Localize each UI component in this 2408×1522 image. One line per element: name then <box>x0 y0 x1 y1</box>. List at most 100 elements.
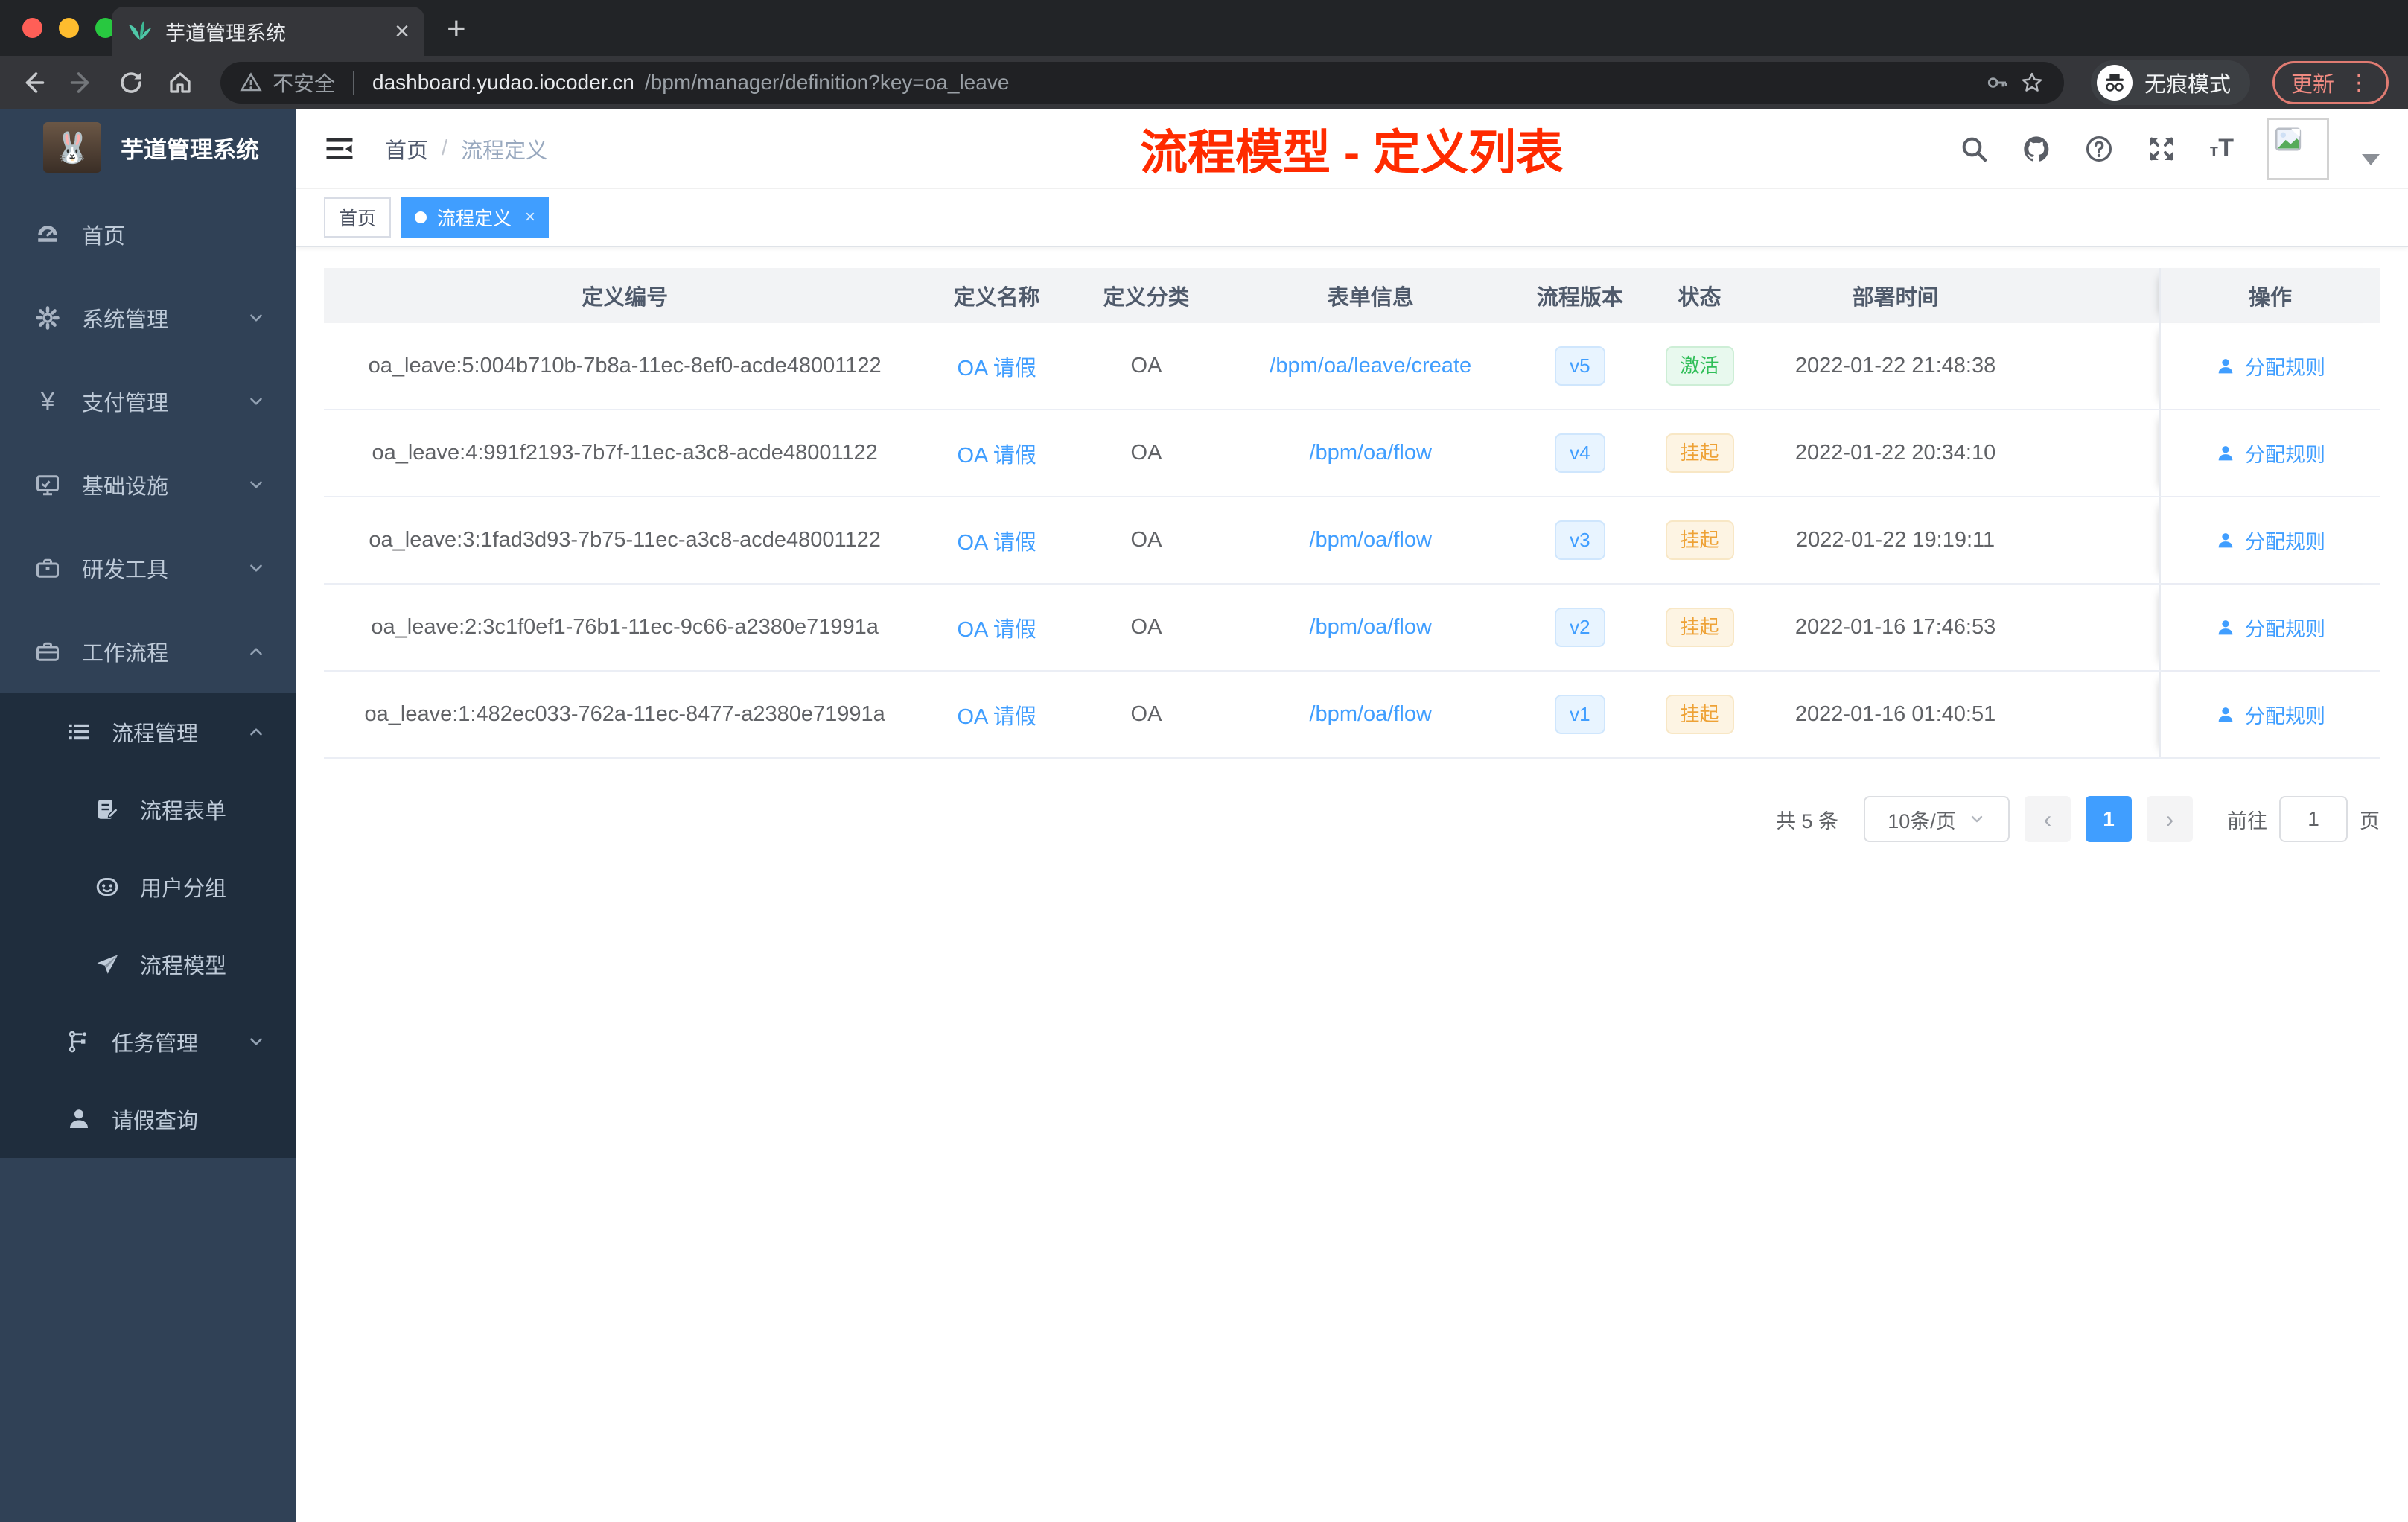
sidebar: 🐰 芋道管理系统 首页 系统管理 ¥ 支付管理 基础设施 研发工具 工作流程 流… <box>0 109 296 1522</box>
update-label: 更新 <box>2290 73 2334 97</box>
browser-toolbar: 不安全 dashboard.yudao.iocoder.cn /bpm/mana… <box>0 56 2408 109</box>
github-icon[interactable] <box>2022 134 2051 164</box>
minimize-window-button[interactable] <box>59 18 79 38</box>
security-label[interactable]: 不安全 <box>273 68 335 98</box>
browser-menu-icon[interactable]: ⋮ <box>2348 70 2370 96</box>
sidebar-item-label: 请假查询 <box>112 1109 199 1133</box>
sidebar-item-process-model[interactable]: 流程模型 <box>0 926 296 1003</box>
reload-icon[interactable] <box>118 69 144 96</box>
sidebar-toggle-icon[interactable] <box>324 133 355 165</box>
cell-category: OA <box>1130 615 1162 639</box>
form-link[interactable]: /bpm/oa/flow <box>1310 702 1432 727</box>
annotation-title: 流程模型 - 定义列表 <box>1140 125 1564 179</box>
traffic-lights[interactable] <box>22 18 115 38</box>
table-row: oa_leave:4:991f2193-7b7f-11ec-a3c8-acde4… <box>324 410 2380 497</box>
close-window-button[interactable] <box>22 18 42 38</box>
sidebar-item-home[interactable]: 首页 <box>0 193 296 276</box>
status-badge: 挂起 <box>1665 607 1734 648</box>
sidebar-item-payment[interactable]: ¥ 支付管理 <box>0 360 296 443</box>
sidebar-item-label: 流程管理 <box>112 722 199 746</box>
table-row: oa_leave:3:1fad3d93-7b75-11ec-a3c8-acde4… <box>324 497 2380 585</box>
sidebar-item-process-mgmt[interactable]: 流程管理 <box>0 693 296 771</box>
assign-rule-button[interactable]: 分配规则 <box>2215 526 2325 555</box>
update-button[interactable]: 更新 ⋮ <box>2272 61 2389 104</box>
key-icon[interactable] <box>1985 71 2009 95</box>
sidebar-logo: 🐰 芋道管理系统 <box>0 109 296 185</box>
sidebar-item-user-group[interactable]: 用户分组 <box>0 848 296 926</box>
sidebar-item-system[interactable]: 系统管理 <box>0 276 296 360</box>
sidebar-item-process-form[interactable]: 流程表单 <box>0 771 296 848</box>
sidebar-item-leave-query[interactable]: 请假查询 <box>0 1080 296 1158</box>
font-size-icon[interactable]: тT <box>2209 134 2234 163</box>
new-tab-button[interactable]: + <box>447 10 466 48</box>
tag-close-icon[interactable]: × <box>525 207 535 228</box>
search-icon[interactable] <box>1959 134 1989 164</box>
sidebar-item-workflow[interactable]: 工作流程 <box>0 610 296 693</box>
incognito-badge: 无痕模式 <box>2090 60 2250 105</box>
sidebar-item-task-mgmt[interactable]: 任务管理 <box>0 1003 296 1080</box>
sidebar-item-label: 流程表单 <box>140 800 227 824</box>
tag-label: 流程定义 <box>437 208 512 229</box>
form-link[interactable]: /bpm/oa/flow <box>1310 615 1432 640</box>
assign-rule-label: 分配规则 <box>2245 705 2325 727</box>
definition-name-link[interactable]: OA 请假 <box>957 612 1036 643</box>
home-icon[interactable] <box>167 69 194 96</box>
paper-plane-icon <box>97 955 118 974</box>
current-page-button[interactable]: 1 <box>2086 796 2132 842</box>
sidebar-item-label: 任务管理 <box>112 1032 199 1056</box>
page-size-select[interactable]: 10条/页 <box>1864 796 2010 842</box>
version-badge: v2 <box>1555 607 1605 648</box>
group-face-icon <box>96 878 118 896</box>
sidebar-item-label: 支付管理 <box>82 392 169 415</box>
form-link[interactable]: /bpm/oa/flow <box>1310 528 1432 553</box>
definition-table: 定义编号 定义名称 定义分类 表单信息 流程版本 状态 部署时间 操作 oa_l… <box>324 268 2380 759</box>
chevron-down-icon <box>250 314 262 322</box>
cell-filler <box>2035 323 2159 409</box>
url-bar[interactable]: 不安全 dashboard.yudao.iocoder.cn /bpm/mana… <box>220 62 2064 104</box>
sidebar-item-label: 流程模型 <box>140 955 227 978</box>
sidebar-item-label: 用户分组 <box>140 877 227 901</box>
col-header-category: 定义分类 <box>1103 286 1190 310</box>
prev-page-button[interactable]: ‹ <box>2025 796 2071 842</box>
assign-rule-button[interactable]: 分配规则 <box>2215 439 2325 468</box>
bookmark-star-icon[interactable] <box>2019 70 2045 95</box>
tag-home[interactable]: 首页 <box>324 197 392 238</box>
assign-rule-label: 分配规则 <box>2245 444 2325 466</box>
next-page-button[interactable]: › <box>2147 796 2193 842</box>
table-row: oa_leave:1:482ec033-762a-11ec-8477-a2380… <box>324 672 2380 759</box>
back-icon[interactable] <box>19 69 46 96</box>
definition-name-link[interactable]: OA 请假 <box>957 699 1036 730</box>
goto-unit: 页 <box>2360 809 2380 832</box>
assign-rule-button[interactable]: 分配规则 <box>2215 351 2325 380</box>
chevron-down-icon <box>250 481 262 488</box>
table-header-row: 定义编号 定义名称 定义分类 表单信息 流程版本 状态 部署时间 操作 <box>324 268 2380 323</box>
tab-close-icon[interactable]: × <box>395 19 410 44</box>
yen-icon: ¥ <box>40 386 55 415</box>
chevron-down-icon <box>250 564 262 572</box>
tag-process-definition[interactable]: 流程定义 × <box>401 197 550 238</box>
dashboard-icon <box>38 226 57 242</box>
table-row: oa_leave:5:004b710b-7b8a-11ec-8ef0-acde4… <box>324 323 2380 410</box>
assign-rule-button[interactable]: 分配规则 <box>2215 613 2325 642</box>
fullscreen-icon[interactable] <box>2147 134 2176 164</box>
definition-name-link[interactable]: OA 请假 <box>957 351 1036 382</box>
help-icon[interactable] <box>2084 134 2114 164</box>
sidebar-item-devtools[interactable]: 研发工具 <box>0 526 296 610</box>
url-path: /bpm/manager/definition?key=oa_leave <box>644 71 1010 94</box>
assign-rule-button[interactable]: 分配规则 <box>2215 700 2325 729</box>
definition-name-link[interactable]: OA 请假 <box>957 438 1036 469</box>
cell-filler <box>2035 672 2159 757</box>
sidebar-item-infra[interactable]: 基础设施 <box>0 443 296 526</box>
col-header-name: 定义名称 <box>953 286 1040 310</box>
warning-icon <box>240 72 262 92</box>
user-dropdown-caret-icon[interactable] <box>2362 154 2380 165</box>
definition-name-link[interactable]: OA 请假 <box>957 525 1036 556</box>
version-badge: v4 <box>1555 433 1605 474</box>
forward-icon[interactable] <box>69 69 95 96</box>
browser-tab[interactable]: 芋道管理系统 × <box>112 7 424 56</box>
breadcrumb-home[interactable]: 首页 <box>385 133 428 165</box>
form-link[interactable]: /bpm/oa/flow <box>1310 441 1432 465</box>
goto-page-input[interactable] <box>2279 796 2348 842</box>
avatar[interactable] <box>2267 117 2329 180</box>
form-link[interactable]: /bpm/oa/leave/create <box>1270 354 1471 378</box>
